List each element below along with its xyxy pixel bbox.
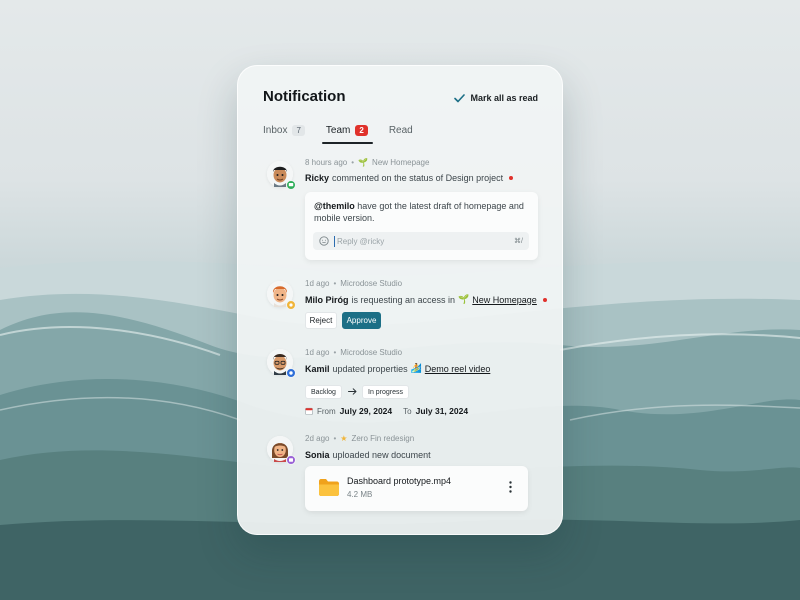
tab-team-label: Team [325,124,351,136]
request-status-icon [286,300,296,310]
notification-4-text: Sonia uploaded new document [305,450,431,460]
notification-3-time: 1d ago [305,348,330,357]
notification-1-text: Ricky commented on the status of Design … [305,173,514,183]
notification-panel: Notification Mark all as read Inbox 7 Te… [237,65,563,535]
star-icon: ★ [340,434,348,443]
reply-input[interactable] [334,235,510,247]
date-range: From July 29, 2024 To July 31, 2024 [305,406,468,416]
to-label: To [403,406,412,416]
notification-2-meta: 1d ago • Microdose Studio [305,279,403,288]
tab-team[interactable]: Team 2 [321,120,373,144]
notification-1-meta: 8 hours ago • 🌱 New Homepage [305,158,430,167]
status-from-chip: Backlog [305,385,342,399]
sprout-icon: 🌱 [358,158,369,167]
file-name: Dashboard prototype.mp4 [347,476,452,486]
comment-card: @themilo have got the latest draft of ho… [305,192,538,260]
from-label: From [317,406,336,416]
notification-3-user[interactable]: Kamil [305,364,330,374]
notification-2-project: Microdose Studio [340,279,403,288]
status-to-chip: In progress [362,385,410,399]
unread-dot [542,297,547,302]
sprout-icon: 🌱 [458,294,470,304]
calendar-icon [305,407,313,415]
tab-read-label: Read [388,124,413,136]
file-size: 4.2 MB [347,490,373,499]
notification-4-project: Zero Fin redesign [351,434,415,443]
tab-inbox-count: 7 [292,124,305,136]
check-icon [454,93,466,102]
comment-mention[interactable]: @themilo [314,201,355,211]
notification-4-time: 2d ago [305,434,330,443]
notification-3-action: updated properties [332,363,408,374]
notification-3-meta: 1d ago • Microdose Studio [305,348,403,357]
comment-status-icon [286,180,296,190]
notification-1-user[interactable]: Ricky [305,173,329,183]
notification-2-time: 1d ago [305,279,330,288]
mark-all-read-label: Mark all as read [470,93,538,103]
notification-4-meta: 2d ago • ★ Zero Fin redesign [305,434,415,443]
tab-inbox[interactable]: Inbox 7 [263,120,305,140]
notification-4-user[interactable]: Sonia [305,450,330,460]
avatar-milo[interactable] [267,281,296,310]
upload-status-icon [286,455,296,465]
notification-3-project: Microdose Studio [340,348,403,357]
panel-title: Notification [263,88,346,105]
file-attachment[interactable]: Dashboard prototype.mp4 4.2 MB [305,466,528,511]
notification-2-link[interactable]: New Homepage [472,295,537,305]
notification-1-project: New Homepage [372,158,430,167]
surfer-icon: 🏄 [410,363,422,373]
emoji-icon[interactable] [319,236,329,246]
notification-4-action: uploaded new document [332,450,431,460]
arrow-right-icon [348,388,357,395]
more-options-icon[interactable] [509,481,512,493]
unread-dot [509,176,514,180]
approve-button[interactable]: Approve [342,312,381,329]
notification-3-text: Kamil updated properties 🏄 Demo reel vid… [305,363,490,374]
edit-status-icon [286,368,296,378]
reply-field[interactable]: ⌘/ [313,232,529,250]
to-date: July 31, 2024 [415,406,469,416]
folder-icon [319,479,339,496]
shortcut-hint: ⌘/ [514,238,523,245]
notification-2-action: is requesting an access in [351,294,456,305]
notification-3-link[interactable]: Demo reel video [425,364,491,374]
avatar-ricky[interactable] [267,161,296,190]
notification-2-user[interactable]: Milo Piróg [305,295,349,305]
from-date: July 29, 2024 [339,406,393,416]
notification-1-time: 8 hours ago [305,158,348,167]
mark-all-read-button[interactable]: Mark all as read [454,93,538,103]
notification-1-action: commented on the status of Design projec… [332,173,504,183]
reject-button[interactable]: Reject [305,312,337,329]
avatar-sonia[interactable] [267,436,296,465]
tab-inbox-label: Inbox [263,124,288,136]
notification-2-text: Milo Piróg is requesting an access in 🌱 … [305,294,547,305]
avatar-kamil[interactable] [267,349,296,378]
tab-read[interactable]: Read [389,120,413,140]
tab-team-count: 2 [355,124,368,136]
notification-tabs: Inbox 7 Team 2 Read [263,120,413,144]
comment-message: @themilo have got the latest draft of ho… [314,200,524,224]
